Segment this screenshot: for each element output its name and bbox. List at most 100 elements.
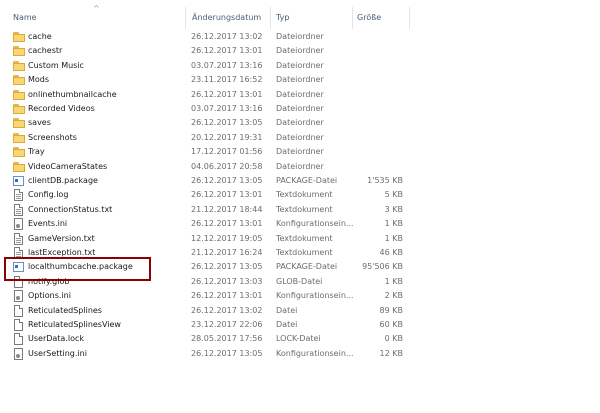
file-row[interactable]: Config.log 26.12.2017 13:01 Textdokument 5 … (0, 188, 600, 202)
file-date: 20.12.2017 19:31 (191, 132, 263, 142)
file-date: 26.12.2017 13:01 (191, 46, 263, 56)
file-type: PACKAGE-Datei (276, 262, 338, 272)
file-name: ReticulatedSplinesView (28, 320, 121, 329)
file-row[interactable]: VideoCameraStates 04.06.2017 20:58 Dateior… (0, 160, 600, 174)
file-date: 23.11.2017 16:52 (191, 75, 263, 85)
file-type: Textdokument (276, 248, 333, 257)
file-name: VideoCameraStates (28, 161, 108, 171)
file-row[interactable]: UserData.lock 28.05.2017 17:56 LOCK-Datei 0… (0, 332, 600, 346)
file-name: cache (28, 32, 52, 41)
folder-icon (13, 32, 25, 42)
file-size: 2 KB (384, 291, 403, 301)
file-row[interactable]: Recorded Videos 03.07.2017 13:16 Dateiordn… (0, 102, 600, 116)
file-name: UserData.lock (28, 334, 85, 344)
config-file-icon (14, 290, 23, 303)
text-file-icon (14, 203, 23, 216)
file-row[interactable]: Screenshots 20.12.2017 19:31 Dateiordner (0, 131, 600, 145)
file-name: saves (28, 118, 51, 128)
file-type: Textdokument (276, 190, 333, 200)
file-size: 12 KB (379, 348, 403, 358)
file-date: 03.07.2017 13:16 (191, 104, 263, 113)
file-date: 12.12.2017 19:05 (191, 233, 263, 243)
file-row[interactable]: Mods 23.11.2017 16:52 Dateiordner (0, 73, 600, 87)
file-date: 28.05.2017 17:56 (191, 334, 263, 344)
file-date: 26.12.2017 13:05 (191, 348, 263, 358)
column-divider[interactable] (270, 7, 271, 29)
file-type: Dateiordner (276, 118, 324, 128)
file-size: 3 KB (384, 204, 403, 214)
file-row[interactable]: Events.ini 26.12.2017 13:01 Konfigurations… (0, 217, 600, 231)
file-type: PACKAGE-Datei (276, 176, 338, 185)
file-icon (14, 304, 23, 317)
sort-ascending-icon[interactable]: ^ (93, 5, 100, 13)
column-divider[interactable] (409, 7, 410, 29)
config-file-icon (14, 218, 23, 231)
folder-icon (13, 75, 25, 86)
file-name: Events.ini (28, 219, 68, 229)
column-header-size[interactable]: Größe (357, 13, 381, 23)
file-row[interactable]: onlinethumbnailcache 26.12.2017 13:01 Date… (0, 88, 600, 102)
file-name: onlinethumbnailcache (28, 89, 117, 99)
file-row[interactable]: ConnectionStatus.txt 21.12.2017 18:44 Text… (0, 203, 600, 217)
file-name: Options.ini (28, 291, 71, 301)
folder-icon (13, 104, 25, 114)
file-row[interactable]: Custom Music 03.07.2017 13:16 Dateiordner (0, 59, 600, 73)
file-row[interactable]: clientDB.package 26.12.2017 13:05 PACKAGE-… (0, 174, 600, 188)
folder-icon (13, 118, 25, 129)
column-header-date[interactable]: Änderungsdatum (192, 13, 261, 23)
file-row[interactable]: saves 26.12.2017 13:05 Dateiordner (0, 116, 600, 130)
column-divider[interactable] (185, 7, 186, 29)
file-date: 17.12.2017 01:56 (191, 147, 263, 157)
file-row[interactable]: ReticulatedSplinesView 23.12.2017 22:06 Da… (0, 318, 600, 332)
file-type: Konfigurationsein... (276, 219, 354, 229)
file-date: 23.12.2017 22:06 (191, 320, 263, 329)
file-row[interactable]: UserSetting.ini 26.12.2017 13:05 Konfigura… (0, 347, 600, 361)
file-row[interactable]: Tray 17.12.2017 01:56 Dateiordner (0, 145, 600, 159)
file-name: UserSetting.ini (28, 348, 87, 358)
folder-icon (13, 60, 25, 71)
file-type: Dateiordner (276, 104, 324, 113)
file-date: 26.12.2017 13:02 (191, 32, 263, 41)
column-header: ^ Name Änderungsdatum Typ Größe (0, 0, 600, 30)
file-size: 46 KB (379, 248, 403, 257)
file-size: 1 KB (384, 276, 403, 286)
file-type: LOCK-Datei (276, 334, 321, 344)
file-size: 60 KB (379, 320, 403, 329)
file-row[interactable]: Options.ini 26.12.2017 13:01 Konfiguration… (0, 289, 600, 303)
file-type: Dateiordner (276, 60, 324, 70)
file-type: Dateiordner (276, 32, 324, 41)
folder-icon (13, 132, 25, 143)
file-type: Dateiordner (276, 161, 324, 171)
file-type: GLOB-Datei (276, 276, 323, 286)
file-type: Datei (276, 320, 298, 329)
package-file-icon (13, 176, 24, 186)
column-divider[interactable] (352, 7, 353, 29)
file-date: 26.12.2017 13:03 (191, 276, 263, 286)
file-row[interactable]: cache 26.12.2017 13:02 Dateiordner (0, 30, 600, 44)
file-date: 26.12.2017 13:02 (191, 305, 263, 315)
file-row[interactable]: cachestr 26.12.2017 13:01 Dateiordner (0, 44, 600, 58)
file-type: Textdokument (276, 204, 333, 214)
column-header-name[interactable]: Name (13, 13, 37, 23)
file-icon (14, 319, 23, 331)
file-name: clientDB.package (28, 176, 98, 185)
file-name: ConnectionStatus.txt (28, 204, 113, 214)
file-size: 1'535 KB (367, 176, 403, 185)
file-row[interactable]: GameVersion.txt 12.12.2017 19:05 Textdokum… (0, 232, 600, 246)
file-date: 26.12.2017 13:01 (191, 219, 263, 229)
file-name: Custom Music (28, 60, 84, 70)
file-row[interactable]: ReticulatedSplines 26.12.2017 13:02 Datei 8… (0, 304, 600, 318)
file-type: Dateiordner (276, 89, 324, 99)
file-date: 03.07.2017 13:16 (191, 60, 263, 70)
column-header-type[interactable]: Typ (276, 13, 289, 23)
file-type: Dateiordner (276, 46, 324, 56)
text-file-icon (14, 189, 23, 202)
file-size: 1 KB (384, 219, 403, 229)
file-date: 26.12.2017 13:05 (191, 176, 263, 185)
file-name: Config.log (28, 190, 69, 200)
file-type: Konfigurationsein... (276, 291, 354, 301)
file-date: 26.12.2017 13:05 (191, 262, 263, 272)
file-type: Dateiordner (276, 147, 324, 157)
file-name: Tray (28, 147, 45, 157)
file-type: Textdokument (276, 233, 333, 243)
